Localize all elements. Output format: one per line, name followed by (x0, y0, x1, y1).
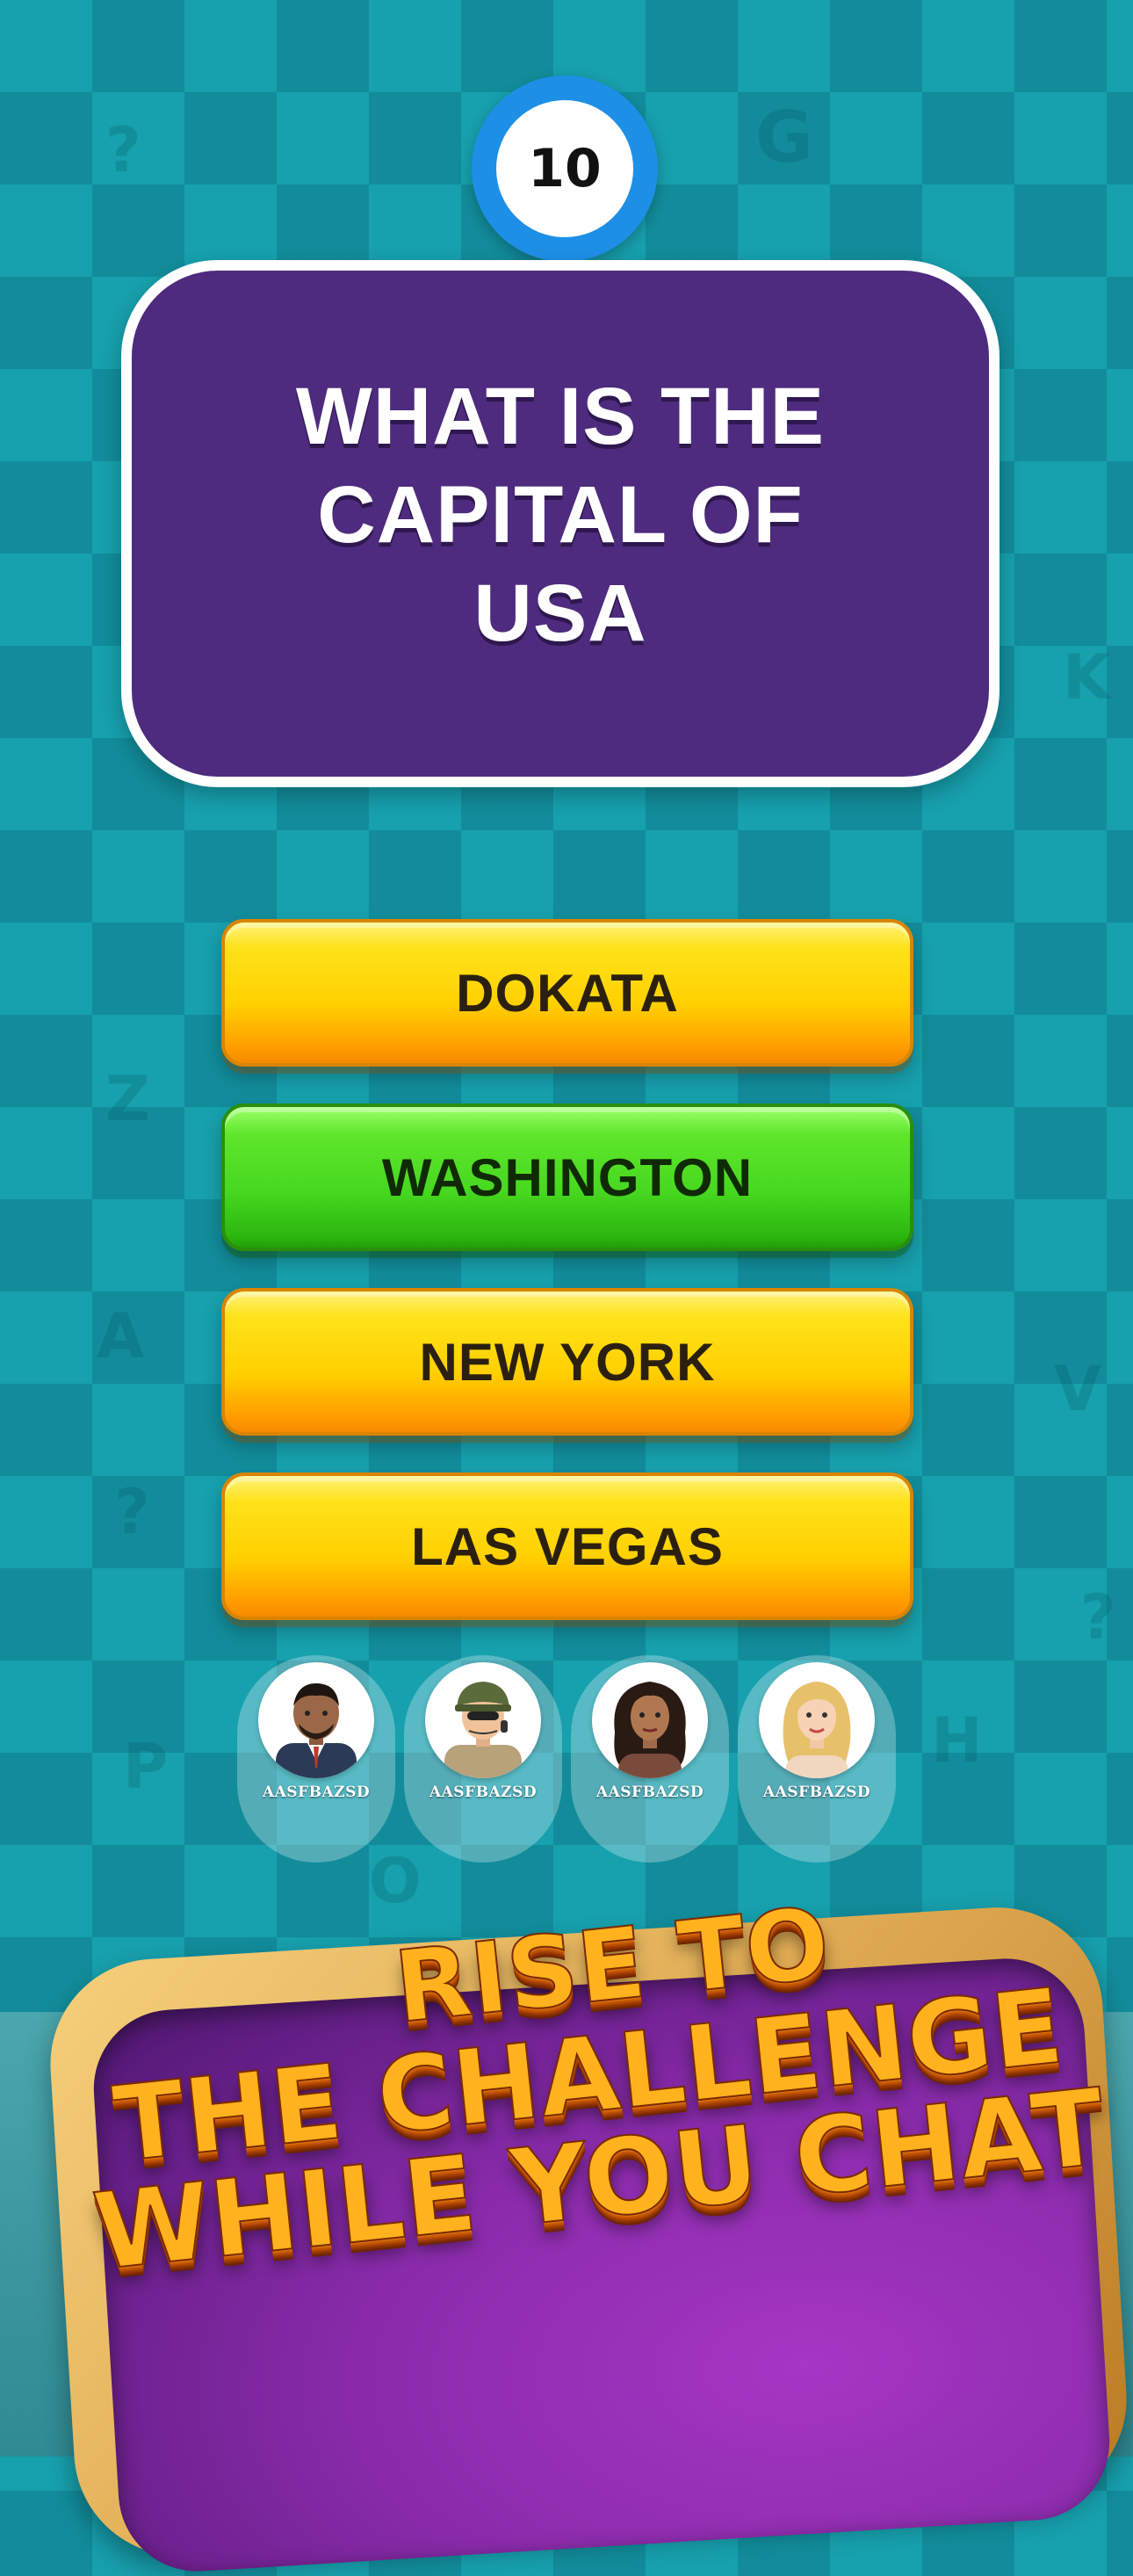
soldier-avatar-icon (425, 1662, 541, 1778)
answer-option-4[interactable]: LAS VEGAS (221, 1473, 913, 1620)
question-card: WHAT IS THE CAPITAL OF USA (121, 260, 999, 787)
player-name: AASFBAZSD (762, 1784, 871, 1801)
blonde-woman-avatar-icon (759, 1662, 875, 1778)
bg-glyph: O (369, 1845, 422, 1917)
bg-glyph: A (97, 1300, 145, 1372)
bg-glyph: V (1054, 1353, 1102, 1425)
bg-glyph: K (1063, 641, 1111, 713)
answer-option-2-correct[interactable]: WASHINGTON (221, 1103, 913, 1251)
player-card[interactable]: AASFBAZSD (571, 1655, 729, 1863)
player-name: AASFBAZSD (429, 1784, 538, 1801)
timer-value: 10 (496, 100, 633, 237)
player-name: AASFBAZSD (262, 1784, 371, 1801)
player-card[interactable]: AASFBAZSD (738, 1655, 896, 1863)
player-card[interactable]: AASFBAZSD (404, 1655, 562, 1863)
bg-glyph: ? (114, 1476, 150, 1548)
player-name: AASFBAZSD (595, 1784, 704, 1801)
bg-glyph: H (931, 1704, 983, 1776)
answer-option-3[interactable]: NEW YORK (221, 1288, 913, 1436)
bg-glyph: P (123, 1731, 169, 1803)
man-suit-avatar-icon (258, 1662, 374, 1778)
bg-glyph: G (755, 97, 813, 178)
countdown-timer: 10 (472, 76, 658, 262)
bg-glyph: Z (105, 1063, 150, 1135)
bg-glyph: ? (1080, 1581, 1116, 1653)
bg-glyph: ? (105, 114, 141, 186)
answer-option-1[interactable]: DOKATA (221, 919, 913, 1067)
question-text: WHAT IS THE CAPITAL OF USA (295, 372, 826, 658)
player-card[interactable]: AASFBAZSD (237, 1655, 395, 1863)
curly-hair-woman-avatar-icon (592, 1662, 708, 1778)
